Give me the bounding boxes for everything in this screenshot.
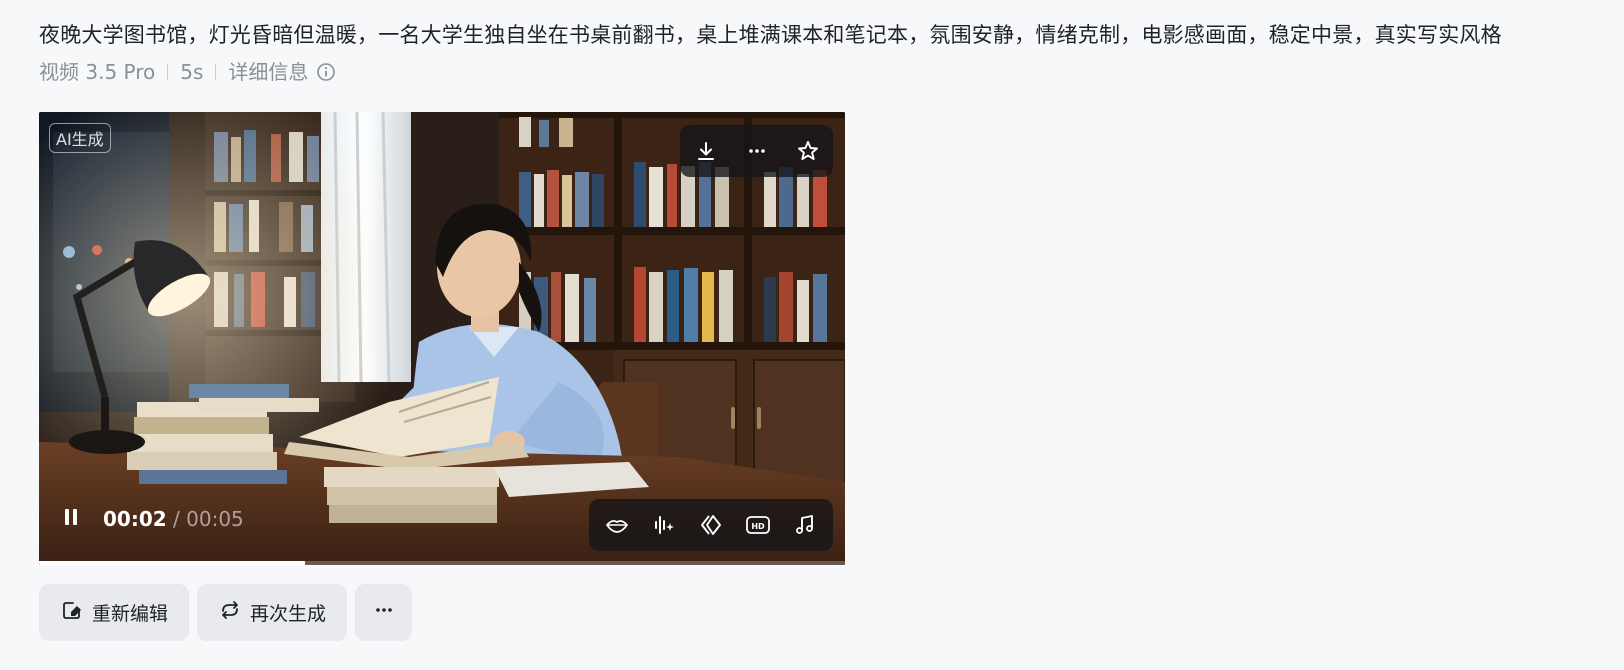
reedit-button[interactable]: 重新编辑 (39, 584, 190, 641)
ai-generated-badge: AI生成 (49, 123, 111, 153)
playback-controls: 00:02 / 00:05 (61, 507, 244, 531)
download-icon[interactable] (688, 133, 724, 169)
more-horizontal-icon (373, 599, 395, 626)
details-link[interactable]: 详细信息 (228, 57, 308, 87)
video-frame (39, 112, 845, 565)
more-actions-button[interactable] (355, 584, 413, 641)
progress-bar[interactable] (39, 561, 845, 565)
lips-icon[interactable] (599, 507, 635, 543)
video-top-actions (680, 125, 833, 177)
current-time: 00:02 (103, 507, 167, 531)
diamond-transition-icon[interactable] (693, 507, 729, 543)
meta-divider (215, 64, 217, 80)
pause-icon[interactable] (61, 507, 81, 531)
svg-text:HD: HD (751, 522, 765, 531)
progress-fill (39, 561, 305, 565)
total-time: 00:05 (186, 507, 244, 531)
prompt-text: 夜晚大学图书馆，灯光昏暗但温暖，一名大学生独自坐在书桌前翻书，桌上堆满课本和笔记… (39, 23, 1502, 47)
generation-meta: 视频 3.5 Pro 5s 详细信息 (39, 57, 336, 87)
edit-icon (60, 598, 84, 627)
star-icon[interactable] (790, 133, 826, 169)
model-name: 视频 3.5 Pro (39, 60, 156, 84)
reedit-label: 重新编辑 (92, 603, 169, 625)
video-tool-bar: HD (589, 499, 833, 551)
voice-sparkle-icon[interactable] (646, 507, 682, 543)
playback-time: 00:02 / 00:05 (103, 507, 244, 531)
regenerate-label: 再次生成 (250, 603, 327, 625)
more-horizontal-icon[interactable] (739, 133, 775, 169)
music-note-icon[interactable] (787, 507, 823, 543)
info-circle-icon[interactable] (316, 62, 336, 82)
result-actions: 重新编辑 再次生成 (39, 584, 413, 641)
video-player[interactable]: AI生成 00:02 / 00:05 HD (39, 112, 845, 565)
hd-icon[interactable]: HD (740, 507, 776, 543)
refresh-icon (218, 598, 242, 627)
time-separator: / (166, 507, 187, 531)
duration: 5s (180, 60, 204, 84)
meta-divider (167, 64, 169, 80)
regenerate-button[interactable]: 再次生成 (197, 584, 348, 641)
